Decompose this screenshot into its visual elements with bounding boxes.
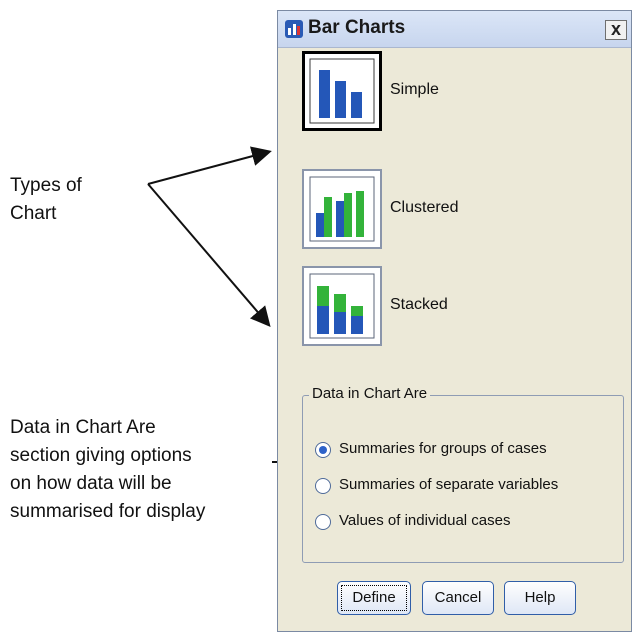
radio-button[interactable] <box>315 442 331 458</box>
spss-app-icon <box>285 20 303 38</box>
define-button[interactable]: Define <box>337 581 411 615</box>
chart-type-clustered[interactable]: Clustered <box>302 169 582 251</box>
close-button[interactable]: x <box>605 20 627 40</box>
dialog-title: Bar Charts <box>308 17 406 38</box>
radio-label: Values of individual cases <box>339 512 511 529</box>
close-icon: x <box>610 19 621 39</box>
radio-label: Summaries for groups of cases <box>339 440 547 457</box>
radio-button[interactable] <box>315 514 331 530</box>
title-bar: Bar Charts x <box>278 11 631 48</box>
radio-label: Summaries of separate variables <box>339 476 559 493</box>
chart-type-simple[interactable]: Simple <box>302 51 582 133</box>
cancel-button[interactable]: Cancel <box>422 581 494 615</box>
clustered-bar-chart-icon[interactable] <box>302 169 382 249</box>
chart-type-label-stacked: Stacked <box>390 296 448 313</box>
chart-type-label-simple: Simple <box>390 81 439 98</box>
chart-type-stacked[interactable]: Stacked <box>302 266 582 348</box>
simple-bar-chart-icon[interactable] <box>302 51 382 131</box>
bar-charts-dialog: Bar Charts x Simple Clustered Stacked Da… <box>277 10 632 632</box>
stacked-bar-chart-icon[interactable] <box>302 266 382 346</box>
chart-type-label-clustered: Clustered <box>390 199 459 216</box>
annotation-types-of-chart: Types of Chart <box>10 175 82 224</box>
data-in-chart-groupbox: Data in Chart Are Summaries for groups o… <box>302 385 624 563</box>
radio-button[interactable] <box>315 478 331 494</box>
arrow-to-stacked <box>147 183 271 328</box>
annotation-data-in-chart: Data in Chart Are section giving options… <box>10 417 206 522</box>
groupbox-legend: Data in Chart Are <box>309 385 431 402</box>
arrow-to-simple <box>147 146 272 185</box>
help-button[interactable]: Help <box>504 581 576 615</box>
